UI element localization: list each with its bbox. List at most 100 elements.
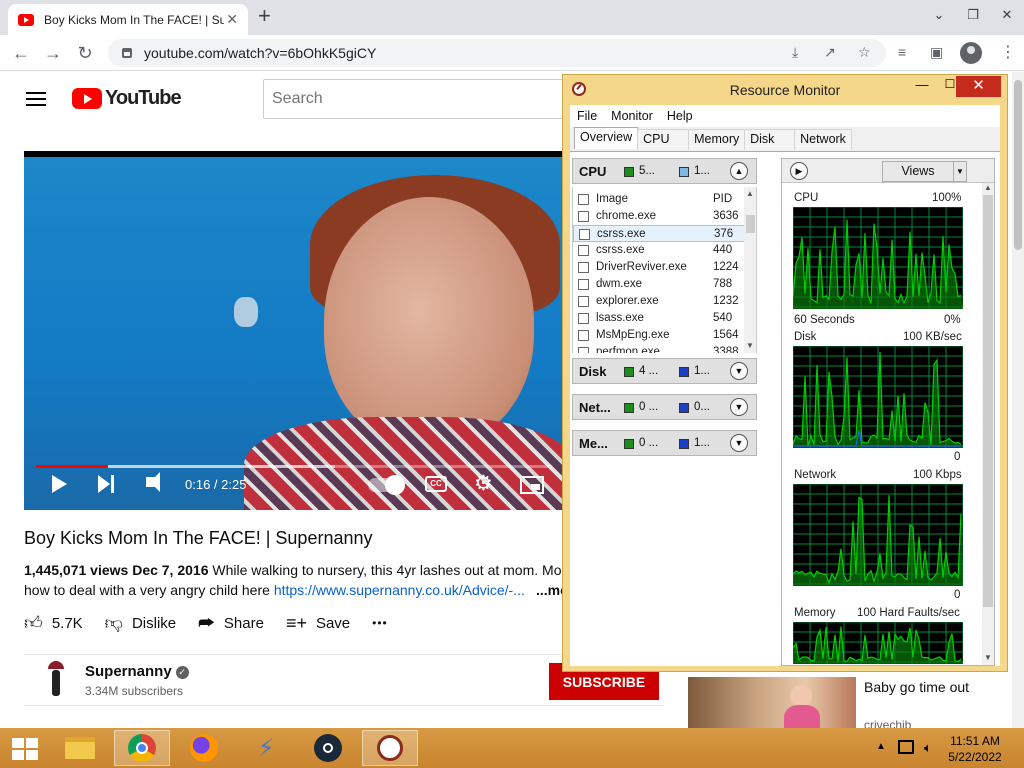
show-more-link[interactable]: ...more [532,580,564,600]
process-row[interactable]: dwm.exe 788 [573,276,745,293]
captions-icon[interactable]: CC [425,476,447,492]
taskbar-resource-monitor[interactable] [362,730,418,766]
process-checkbox[interactable] [578,211,589,222]
process-row[interactable]: explorer.exe 1232 [573,293,745,310]
resmon-close-button[interactable]: ✕ [956,76,1001,97]
channel-avatar[interactable] [40,661,72,697]
start-windows-icon[interactable] [12,738,38,760]
process-row[interactable]: MsMpEng.exe 1564 [573,327,745,344]
cpu-section-header[interactable]: CPU 5... 1... ▲ [572,158,757,184]
process-checkbox[interactable] [578,296,589,307]
video-frame[interactable] [24,157,564,510]
menu-monitor[interactable]: Monitor [611,109,653,123]
menu-file[interactable]: File [577,109,597,123]
cpu-table-scrollbar[interactable]: ▲ ▼ [744,187,756,353]
taskbar-file-explorer[interactable] [52,730,108,766]
recommended-title[interactable]: Baby go time out [864,677,974,697]
network-section-header[interactable]: Net... 0 ... 0... ▼ [572,394,757,420]
progress-bar[interactable] [36,465,552,468]
side-panel-icon[interactable]: ▣ [930,44,943,61]
youtube-logo[interactable]: YouTube [72,87,182,110]
media-control-icon[interactable]: ≡ [898,44,906,60]
graph-scroll-down-icon[interactable]: ▼ [984,653,992,662]
process-checkbox[interactable] [578,330,589,341]
video-description[interactable]: 1,445,071 views Dec 7, 2016 While walkin… [24,560,564,600]
close-button[interactable]: ✕ [990,0,1024,30]
process-checkbox[interactable] [579,229,590,240]
minimize-button[interactable]: ⌄ [922,0,956,30]
install-icon[interactable]: ⤓ [792,44,798,61]
bookmark-star-icon[interactable]: ☆ [858,44,871,61]
cpu-scroll-thumb[interactable] [746,215,755,233]
browser-tab[interactable]: Boy Kicks Mom In The FACE! | Supernanny … [8,4,248,35]
taskbar-winamp[interactable]: ⚡ [238,730,294,766]
expand-disk-icon[interactable]: ▼ [730,362,748,380]
disk-section-header[interactable]: Disk 4 ... 1... ▼ [572,358,757,384]
recommended-thumbnail[interactable] [688,677,856,728]
memory-section-header[interactable]: Me... 0 ... 1... ▼ [572,430,757,456]
clock-time[interactable]: 11:51 AM [930,734,1020,748]
process-row[interactable]: DriverReviver.exe 1224 [573,259,745,276]
page-scrollbar[interactable] [1012,72,1024,728]
tab-network[interactable]: Network [794,129,852,150]
views-button[interactable]: Views [882,161,954,182]
settings-gear-icon[interactable]: ⚙ [474,473,493,495]
share-icon[interactable]: ↗ [824,44,836,61]
process-checkbox[interactable] [578,347,589,353]
search-input[interactable] [263,79,583,119]
restore-button[interactable]: ❐ [956,0,990,30]
profile-avatar-icon[interactable] [960,42,982,64]
expand-graph-pane-icon[interactable]: ▶ [790,162,808,180]
forward-button[interactable]: → [40,41,66,65]
expand-network-icon[interactable]: ▼ [730,398,748,416]
column-image[interactable]: Image [596,193,628,205]
address-bar[interactable]: youtube.com/watch?v=6bOhkK5giCY [108,39,886,67]
lock-icon[interactable] [122,48,132,58]
chrome-menu-icon[interactable]: ⋮ [1000,42,1016,62]
process-checkbox[interactable] [578,313,589,324]
process-checkbox[interactable] [578,262,589,273]
back-button[interactable]: ← [8,41,34,65]
video-player[interactable]: 0:16 / 2:25 CC ⚙ [24,151,564,510]
scroll-down-icon[interactable]: ▼ [746,341,754,350]
scroll-up-icon[interactable]: ▲ [746,189,754,198]
taskbar-firefox[interactable] [176,730,232,766]
views-dropdown-icon[interactable]: ▼ [953,161,967,182]
tray-overflow-icon[interactable]: ▲ [876,741,886,752]
graph-scroll-up-icon[interactable]: ▲ [984,183,992,192]
save-button[interactable]: ≡+ Save [286,613,350,634]
select-all-checkbox[interactable] [578,194,589,205]
network-tray-icon[interactable] [898,740,914,754]
process-row[interactable]: perfmon.exe 3388 [573,344,745,353]
page-scroll-thumb[interactable] [1014,80,1022,250]
new-tab-button[interactable]: + [258,5,271,27]
resmon-titlebar[interactable]: Resource Monitor — ☐ ✕ [563,75,1007,105]
process-row[interactable]: csrss.exe 376 [573,225,745,242]
expand-memory-icon[interactable]: ▼ [730,434,748,452]
tab-overview[interactable]: Overview [574,127,639,149]
like-button[interactable]: 👍︎ 5.7K [24,612,83,634]
recommended-channel[interactable]: crivechib [864,718,911,728]
play-icon[interactable] [52,475,67,493]
channel-name-container[interactable]: Supernanny ✓ [85,663,189,680]
reload-button[interactable]: ↻ [72,41,98,65]
miniplayer-icon[interactable] [520,476,544,494]
more-actions-button[interactable]: ••• [372,616,388,630]
tab-close-icon[interactable]: ✕ [226,11,238,28]
collapse-cpu-icon[interactable]: ▲ [730,162,748,180]
graph-pane-scrollbar[interactable]: ▲ ▼ [982,183,994,665]
tab-disk[interactable]: Disk [744,129,796,150]
column-pid[interactable]: PID [713,193,732,205]
next-video-icon[interactable] [98,475,116,493]
share-button[interactable]: ⮫ Share [198,613,264,634]
process-row[interactable]: csrss.exe 440 [573,242,745,259]
menu-hamburger-icon[interactable] [26,92,46,106]
process-row[interactable]: chrome.exe 3636 [573,208,745,225]
taskbar-steam[interactable] [300,730,356,766]
process-checkbox[interactable] [578,279,589,290]
description-link[interactable]: https://www.supernanny.co.uk/Advice/-... [274,582,525,598]
process-row[interactable]: lsass.exe 540 [573,310,745,327]
taskbar-chrome[interactable] [114,730,170,766]
tab-memory[interactable]: Memory [688,129,746,150]
process-checkbox[interactable] [578,245,589,256]
